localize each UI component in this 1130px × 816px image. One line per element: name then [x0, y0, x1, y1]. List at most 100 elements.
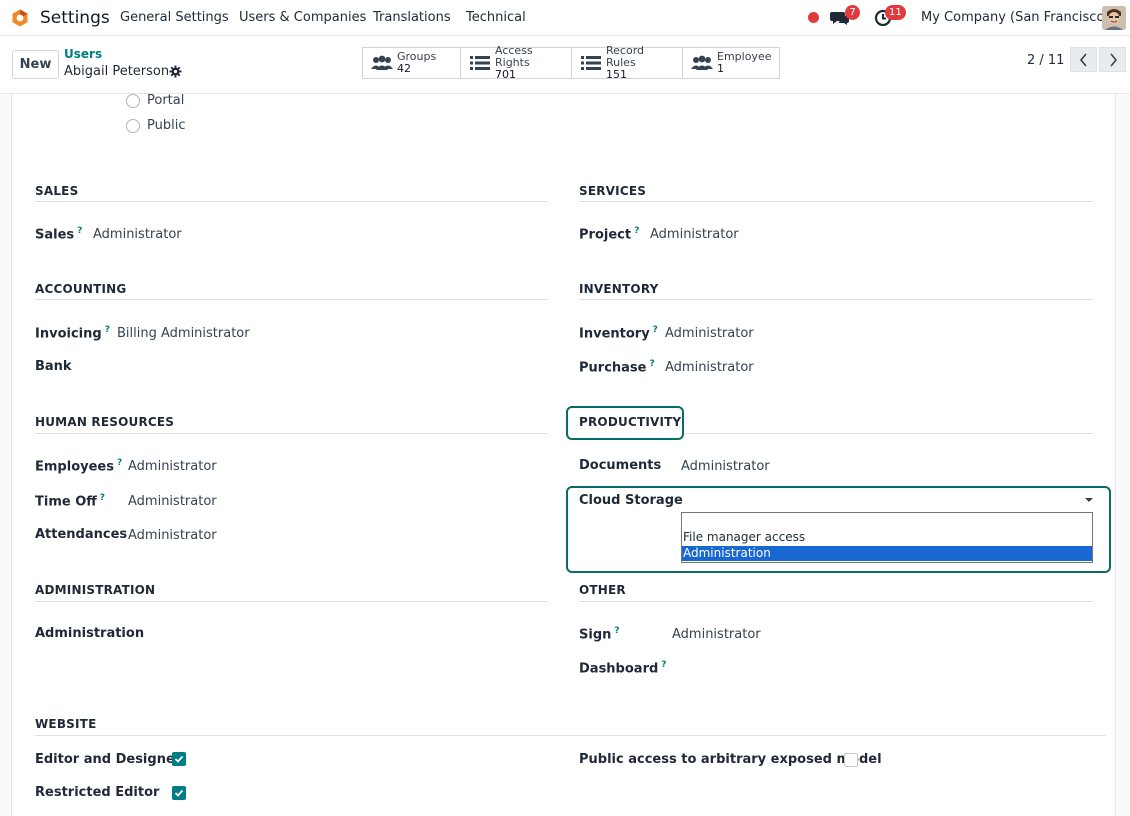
field-label-public-access-exposed-model: Public access to arbitrary exposed model [579, 752, 882, 767]
company-switcher[interactable]: My Company (San Francisco) [921, 10, 1109, 25]
field-value-time-off[interactable]: Administrator [128, 494, 217, 509]
section-divider [35, 433, 548, 434]
field-value-attendances[interactable]: Administrator [128, 528, 217, 543]
top-navbar: Settings General Settings Users & Compan… [0, 0, 1130, 36]
pager-next-button[interactable] [1099, 47, 1126, 72]
pager-counter[interactable]: 2 / 11 [1027, 53, 1064, 68]
field-value-sign[interactable]: Administrator [672, 627, 761, 642]
radio-label: Portal [147, 93, 185, 108]
section-title-services: SERVICES [579, 184, 647, 198]
user-type-option-public[interactable]: Public [126, 118, 185, 133]
help-tooltip-icon[interactable]: ? [634, 226, 639, 236]
field-label-administration: Administration [35, 626, 145, 641]
section-title-sales: SALES [35, 184, 79, 198]
radio-button[interactable] [126, 118, 140, 133]
smart-button-access-rights[interactable]: Access Rights 701 [461, 44, 572, 81]
help-tooltip-icon[interactable]: ? [649, 359, 654, 369]
section-divider [35, 201, 548, 202]
field-value-documents[interactable]: Administrator [681, 459, 770, 474]
user-avatar[interactable] [1102, 6, 1126, 30]
user-type-option-portal[interactable]: Portal [126, 93, 184, 108]
smart-button-count: 42 [397, 62, 411, 75]
section-title-website: WEBSITE [35, 717, 97, 731]
chevron-left-icon [1079, 52, 1087, 67]
smart-button-count: 151 [606, 68, 627, 81]
section-title-accounting: ACCOUNTING [35, 282, 127, 296]
breadcrumb-users-link[interactable]: Users [64, 47, 102, 61]
help-tooltip-icon[interactable]: ? [77, 226, 82, 236]
help-tooltip-icon[interactable]: ? [105, 325, 110, 335]
menu-general-settings[interactable]: General Settings [120, 10, 229, 25]
menu-technical[interactable]: Technical [466, 10, 526, 25]
menu-users-companies[interactable]: Users & Companies [239, 10, 366, 25]
users-icon [691, 55, 713, 70]
smart-button-count: 1 [717, 62, 724, 75]
section-title-inventory: INVENTORY [579, 282, 659, 296]
menu-translations[interactable]: Translations [373, 10, 451, 25]
field-label-sign: Sign? [579, 626, 620, 643]
field-value-purchase[interactable]: Administrator [665, 360, 754, 375]
section-divider [579, 299, 1093, 300]
field-label-sales: Sales? [35, 226, 83, 243]
field-value-employees[interactable]: Administrator [128, 459, 217, 474]
field-value-project[interactable]: Administrator [650, 227, 739, 242]
field-label-attendances: Attendances [35, 527, 128, 542]
recording-indicator-icon[interactable] [808, 12, 819, 23]
editor-and-designer-checkbox[interactable] [172, 752, 186, 766]
section-title-human-resources: HUMAN RESOURCES [35, 415, 175, 429]
field-value-invoicing[interactable]: Billing Administrator [117, 326, 250, 341]
new-button[interactable]: New [12, 50, 59, 79]
list-icon [470, 56, 490, 70]
field-label-restricted-editor: Restricted Editor [35, 785, 160, 800]
smart-button-groups[interactable]: Groups 42 [363, 48, 461, 78]
field-label-employees: Employees? [35, 458, 123, 475]
checkmark-icon [174, 755, 184, 763]
field-label-project: Project? [579, 226, 640, 243]
user-avatar-image-icon [1102, 6, 1126, 30]
dropdown-option-file-manager-access[interactable]: File manager access [682, 530, 1092, 545]
smart-button-label: Employee [717, 50, 772, 63]
pager-previous-button[interactable] [1070, 47, 1097, 72]
section-title-productivity: PRODUCTIVITY [579, 415, 682, 429]
field-label-inventory: Inventory? [579, 325, 658, 342]
restricted-editor-checkbox[interactable] [172, 786, 186, 800]
dropdown-option-empty[interactable] [682, 513, 1092, 528]
help-tooltip-icon[interactable]: ? [100, 493, 105, 503]
public-access-exposed-model-checkbox[interactable] [844, 753, 858, 767]
cloud-storage-select[interactable] [681, 490, 1097, 510]
field-label-invoicing: Invoicing? [35, 325, 110, 342]
radio-button[interactable] [126, 93, 140, 108]
section-divider [35, 299, 548, 300]
smart-button-employee[interactable]: Employee 1 [683, 48, 779, 78]
smart-button-record-rules[interactable]: Record Rules 151 [572, 44, 683, 81]
field-value-sales[interactable]: Administrator [93, 227, 182, 242]
help-tooltip-icon[interactable]: ? [653, 325, 658, 335]
field-label-documents: Documents [579, 458, 662, 473]
section-divider [35, 735, 1106, 736]
section-divider [684, 433, 1093, 434]
odoo-app-logo-icon[interactable] [11, 9, 29, 27]
smart-button-label: Access Rights [495, 44, 533, 69]
section-divider [35, 601, 548, 602]
smart-button-label: Record Rules [606, 44, 645, 69]
field-value-inventory[interactable]: Administrator [665, 326, 754, 341]
section-title-administration: ADMINISTRATION [35, 583, 156, 597]
field-label-time-off: Time Off? [35, 493, 106, 510]
users-icon [371, 55, 393, 70]
app-title[interactable]: Settings [40, 8, 110, 28]
control-panel: New Users Abigail Peterson Groups 42 Acc… [0, 36, 1130, 94]
section-divider [579, 601, 1093, 602]
chevron-down-icon[interactable] [1085, 498, 1093, 502]
help-tooltip-icon[interactable]: ? [661, 660, 666, 670]
list-icon [581, 56, 601, 70]
section-title-other: OTHER [579, 583, 626, 597]
help-tooltip-icon[interactable]: ? [117, 458, 122, 468]
dropdown-option-administration[interactable]: Administration [682, 546, 1092, 561]
help-tooltip-icon[interactable]: ? [614, 626, 619, 636]
chat-count-badge: 7 [845, 5, 860, 20]
gear-icon[interactable] [169, 65, 182, 78]
field-label-purchase: Purchase? [579, 359, 655, 376]
field-label-dashboard: Dashboard? [579, 660, 667, 677]
breadcrumb-current-record: Abigail Peterson [64, 64, 170, 79]
activity-count-badge: 11 [885, 5, 906, 20]
